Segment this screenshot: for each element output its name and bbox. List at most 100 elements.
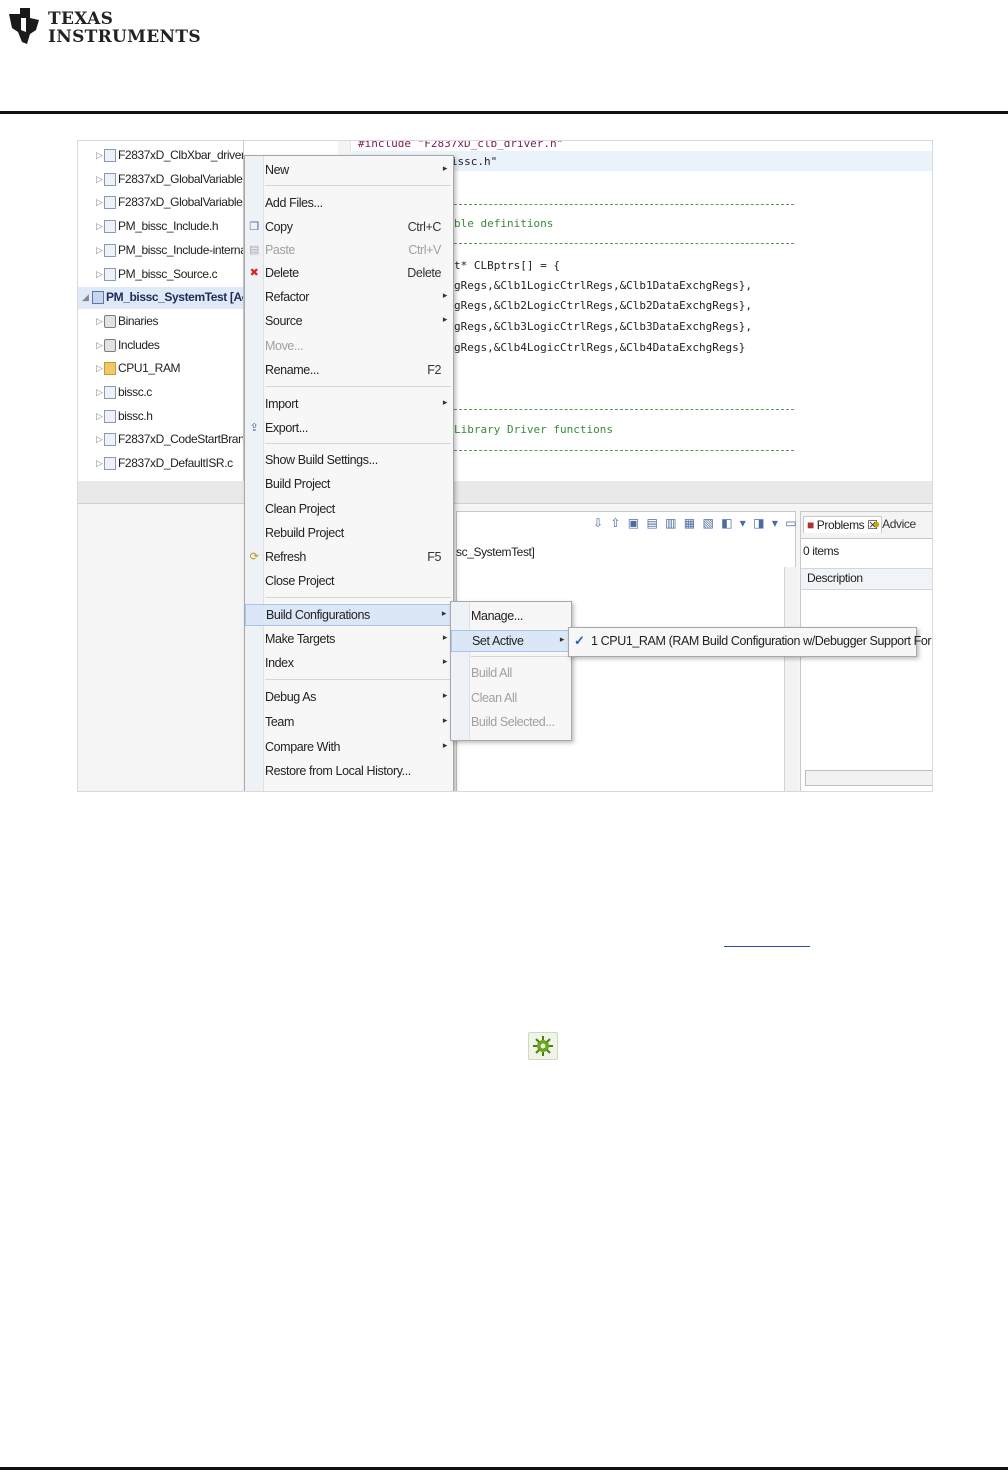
expand-right-icon[interactable]: ▷: [96, 269, 104, 279]
menu-item-clean-project[interactable]: Clean Project: [245, 499, 453, 521]
problems-count: 0 items: [803, 544, 839, 558]
tree-item-label: Includes: [118, 337, 160, 352]
expand-right-icon[interactable]: ▷: [96, 387, 104, 397]
tree-item[interactable]: ▷ PM_bissc_Source.c: [78, 264, 243, 286]
sash[interactable]: [78, 481, 932, 504]
menu-item-source[interactable]: Source ▸: [245, 311, 453, 333]
column-header-description[interactable]: Description: [801, 568, 932, 590]
build-configurations-submenu: Manage... Set Active ▸ Build All Clean All Bu…: [450, 601, 572, 741]
submenu-arrow-icon: ▸: [442, 656, 448, 666]
tree-item[interactable]: ▷ F2837xD_ClbXbar_drivers.c: [78, 145, 243, 167]
menu-item-index[interactable]: Index ▸: [245, 653, 453, 675]
menu-item-refactor[interactable]: Refactor ▸: [245, 287, 453, 309]
expand-right-icon[interactable]: ▷: [96, 340, 104, 350]
expand-right-icon[interactable]: ▷: [96, 458, 104, 468]
submenu-item-build-selected[interactable]: Build Selected...: [451, 712, 571, 734]
tree-item-label: PM_bissc_Source.c: [118, 266, 218, 281]
tree-item[interactable]: ▷ PM_bissc_Include-internal.h: [78, 240, 243, 262]
problems-horizontal-scrollbar[interactable]: [805, 770, 932, 786]
tree-item[interactable]: ▷ PM_bissc_Include.h: [78, 216, 243, 238]
expand-right-icon[interactable]: ▷: [96, 221, 104, 231]
menu-separator: [265, 386, 451, 387]
menu-item-copy[interactable]: ❐ Copy Ctrl+C: [245, 217, 453, 239]
menu-item-label: Manage...: [471, 609, 523, 623]
menu-item-delete[interactable]: ✖ Delete Delete: [245, 263, 453, 285]
tree-item[interactable]: ◢ PM_bissc_SystemTest [Active - C: [78, 287, 243, 310]
bug-gear-icon: [533, 1036, 553, 1056]
submenu-item-set-active[interactable]: Set Active ▸: [451, 630, 571, 652]
column-label: Description: [807, 571, 863, 585]
code-line: gRegs,&Clb4LogicCtrlRegs,&Clb4DataExchgR…: [454, 341, 746, 354]
code-line: gRegs,&Clb3LogicCtrlRegs,&Clb3DataExchgR…: [454, 320, 753, 333]
menu-item-label: Debug As: [265, 690, 317, 704]
menu-item-compare-with[interactable]: Compare With ▸: [245, 737, 453, 759]
refresh-icon: ⟳: [249, 551, 259, 563]
comment-rule: [454, 243, 794, 244]
menu-item-build-configurations[interactable]: Build Configurations ▸: [245, 604, 453, 626]
config-cpu1-ram[interactable]: ✓ 1 CPU1_RAM (RAM Build Configuration w/…: [569, 631, 932, 653]
tree-item[interactable]: ▷ F2837xD_GlobalVariableDefs.c: [78, 192, 243, 214]
tree-item-label: F2837xD_ClbXbar_drivers.c: [118, 148, 243, 162]
menu-item-refresh[interactable]: ⟳ Refresh F5: [245, 547, 453, 569]
menu-separator: [265, 443, 451, 444]
menu-item-label: Delete: [265, 266, 299, 280]
c-file-icon: [104, 386, 116, 399]
expand-right-icon[interactable]: ▷: [96, 434, 104, 444]
tab-problems[interactable]: ■ Problems ☒: [803, 516, 882, 533]
menu-item-team[interactable]: Team ▸: [245, 712, 453, 734]
debug-icon: [528, 1032, 558, 1060]
tree-item-label: F2837xD_GlobalVariableDefs_c: [118, 171, 243, 186]
project-icon: [92, 291, 104, 305]
asm-file-icon: [104, 433, 116, 447]
menu-item-close-project[interactable]: Close Project: [245, 571, 453, 593]
expand-down-icon[interactable]: ◢: [82, 292, 90, 302]
expand-right-icon[interactable]: ▷: [96, 197, 104, 207]
tree-item[interactable]: ▷ CPU1_RAM: [78, 358, 243, 380]
menu-item-export[interactable]: ⇪ Export...: [245, 418, 453, 440]
menu-item-label: Move...: [265, 339, 304, 353]
menu-item-show-build-settings[interactable]: Show Build Settings...: [245, 450, 453, 472]
tree-item[interactable]: ▷ bissc.h: [78, 406, 243, 428]
tree-item-label: F2837xD_CodeStartBranch.asm: [118, 432, 243, 447]
tab-advice[interactable]: ● Advice: [873, 517, 916, 531]
menu-item-label: Refresh: [265, 550, 306, 564]
code-line: Library Driver functions: [454, 423, 613, 436]
shortcut-label: Ctrl+V: [408, 243, 441, 257]
expand-right-icon[interactable]: ▷: [96, 316, 104, 326]
submenu-arrow-icon: ▸: [441, 608, 447, 618]
menu-item-add-files[interactable]: Add Files...: [245, 193, 453, 215]
expand-right-icon[interactable]: ▷: [96, 174, 104, 184]
expand-right-icon[interactable]: ▷: [96, 245, 104, 255]
submenu-item-clean-all[interactable]: Clean All: [451, 688, 571, 710]
menu-item-move[interactable]: Move...: [245, 336, 453, 358]
menu-item-rename[interactable]: Rename... F2: [245, 360, 453, 382]
tree-item-label: F2837xD_GlobalVariableDefs.c: [118, 195, 243, 210]
menu-item-paste[interactable]: ▤ Paste Ctrl+V: [245, 240, 453, 262]
code-line: #include "F2837xD_clb_driver.h": [358, 140, 564, 150]
menu-item-rebuild-project[interactable]: Rebuild Project: [245, 523, 453, 545]
hyperlink-underline[interactable]: [724, 946, 810, 947]
code-line: gRegs,&Clb2LogicCtrlRegs,&Clb2DataExchgR…: [454, 299, 753, 312]
tree-item[interactable]: ▷ Includes: [78, 335, 243, 357]
menu-item-make-targets[interactable]: Make Targets ▸: [245, 629, 453, 651]
tree-item[interactable]: ▷ F2837xD_DefaultISR.c: [78, 453, 243, 475]
ti-logo-icon: [9, 8, 39, 44]
tree-item[interactable]: ▷ F2837xD_GlobalVariableDefs_c: [78, 169, 243, 191]
menu-item-import[interactable]: Import ▸: [245, 394, 453, 416]
console-vertical-scrollbar[interactable]: [784, 567, 797, 791]
menu-item-build-project[interactable]: Build Project: [245, 474, 453, 496]
console-title: sc_SystemTest]: [456, 545, 535, 559]
tree-item[interactable]: ▷ F2837xD_CodeStartBranch.asm: [78, 429, 243, 451]
menu-item-label: Clean All: [471, 691, 517, 705]
menu-item-restore-history[interactable]: Restore from Local History...: [245, 761, 453, 783]
expand-right-icon[interactable]: ▷: [96, 150, 104, 160]
menu-item-debug-as[interactable]: Debug As ▸: [245, 687, 453, 709]
submenu-item-build-all[interactable]: Build All: [451, 663, 571, 685]
menu-item-new[interactable]: New ▸: [245, 160, 453, 182]
expand-right-icon[interactable]: ▷: [96, 411, 104, 421]
tree-item[interactable]: ▷ bissc.c: [78, 382, 243, 404]
expand-right-icon[interactable]: ▷: [96, 363, 104, 373]
tree-item[interactable]: ▷ Binaries: [78, 311, 243, 333]
submenu-item-manage[interactable]: Manage...: [451, 606, 571, 628]
ide-screenshot: ▷ F2837xD_ClbXbar_drivers.c ▷ F2837xD_Globa…: [77, 140, 933, 792]
